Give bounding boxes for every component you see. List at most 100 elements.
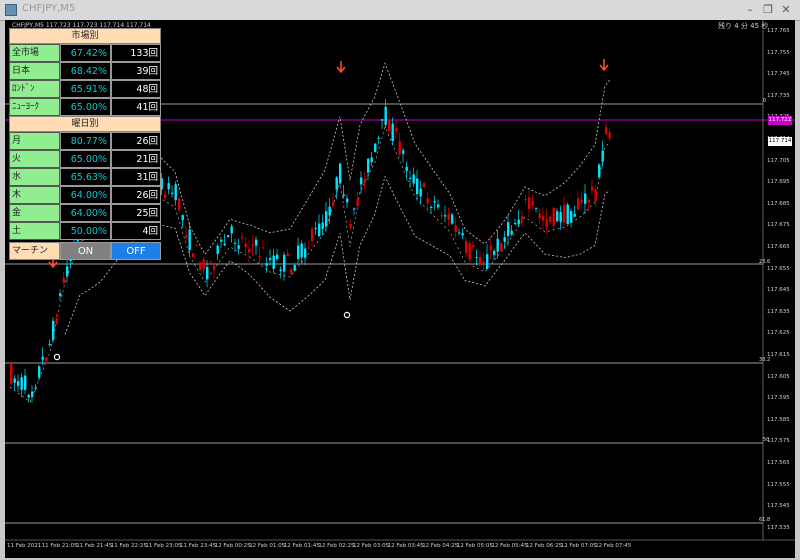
candle-body <box>542 216 545 221</box>
candle-body <box>251 244 254 246</box>
candle-body <box>332 201 335 206</box>
candle-body <box>237 245 240 249</box>
candle-body <box>447 213 450 220</box>
win-rate: 65.00% <box>60 98 111 116</box>
candle-body <box>472 245 475 247</box>
martingale-off-button[interactable]: OFF <box>111 242 161 260</box>
minimize-icon[interactable]: – <box>742 2 758 17</box>
title-bar: CHFJPY,M5 – ❐ ✕ <box>0 0 800 21</box>
time-tick: 12 Feb 00:25 <box>214 543 251 549</box>
candle-body <box>465 241 468 253</box>
candle-body <box>458 232 461 234</box>
candle-body <box>181 215 184 221</box>
close-icon[interactable]: ✕ <box>778 2 794 17</box>
market-name: ﾛﾝﾄﾞﾝ <box>9 80 60 98</box>
price-tick: 117.645 <box>767 287 790 294</box>
candle-body <box>195 244 198 246</box>
price-tick: 117.535 <box>767 524 790 531</box>
restore-icon[interactable]: ❐ <box>760 2 776 17</box>
candle-body <box>262 247 265 249</box>
candle-body <box>384 106 387 125</box>
weekday-row: 金 64.00% 25回 <box>9 204 161 222</box>
candle-body <box>342 194 345 196</box>
candle-body <box>531 200 534 206</box>
candle-body <box>388 119 391 131</box>
window-title: CHFJPY,M5 <box>22 3 76 14</box>
price-tick: 117.755 <box>767 49 790 56</box>
candle-body <box>507 222 510 236</box>
candle-body <box>314 227 317 229</box>
weekday-row: 月 80.77% 26回 <box>9 132 161 150</box>
time-tick: 12 Feb 05:45 <box>491 543 528 549</box>
candle-body <box>276 254 279 260</box>
candle-body <box>426 198 429 204</box>
candle-body <box>521 216 524 221</box>
candle-body <box>339 163 342 184</box>
time-tick: 12 Feb 07:45 <box>595 543 632 549</box>
candle-body <box>55 317 58 324</box>
weekday-name: 土 <box>9 222 60 240</box>
candle-body <box>454 225 457 232</box>
time-tick: 12 Feb 03:05 <box>353 543 390 549</box>
candle-body <box>213 265 216 270</box>
candle-body <box>20 377 23 390</box>
win-rate: 65.00% <box>60 150 111 168</box>
trade-count: 4回 <box>111 222 161 240</box>
price-tick: 117.605 <box>767 373 790 380</box>
price-tick: 117.625 <box>767 330 790 337</box>
candle-body <box>538 213 541 219</box>
candle-body <box>31 391 34 397</box>
win-rate: 50.00% <box>60 222 111 240</box>
martingale-on-button[interactable]: ON <box>60 242 111 260</box>
candle-body <box>34 387 37 389</box>
time-tick: 12 Feb 03:45 <box>387 543 424 549</box>
candle-body <box>216 245 219 255</box>
trade-count: 26回 <box>111 132 161 150</box>
weekday-header: 曜日別 <box>9 116 161 132</box>
candle-body <box>556 211 559 221</box>
candle-body <box>241 237 244 239</box>
candle-body <box>601 150 604 162</box>
candle-body <box>300 243 303 258</box>
candle-body <box>41 356 44 360</box>
candle-body <box>62 277 65 283</box>
candle-body <box>59 293 62 296</box>
price-tick: 117.735 <box>767 92 790 99</box>
candle-body <box>580 199 583 203</box>
trade-count: 41回 <box>111 98 161 116</box>
candle-body <box>227 235 230 238</box>
candle-body <box>468 242 471 260</box>
candle-body <box>283 254 286 272</box>
candle-body <box>164 194 167 199</box>
time-tick: 11 Feb 2021 <box>7 543 42 549</box>
martingale-row: マーチン ON OFF <box>9 242 161 260</box>
candle-body <box>45 357 48 361</box>
chart-window-icon <box>5 4 17 16</box>
candle-body <box>437 204 440 208</box>
price-tick: 117.565 <box>767 460 790 466</box>
price-tick: 117.675 <box>767 222 790 229</box>
candle-body <box>370 157 373 163</box>
trade-count: 31回 <box>111 168 161 186</box>
market-row: 日本 68.42% 39回 <box>9 62 161 80</box>
candle-body <box>566 204 569 224</box>
candle-body <box>286 253 289 257</box>
time-tick: 12 Feb 07:05 <box>560 543 597 549</box>
candle-body <box>248 249 251 253</box>
price-tick: 117.745 <box>767 71 790 78</box>
candle-body <box>381 119 384 121</box>
price-axis: 117.765117.755117.745117.735117.725117.7… <box>763 20 795 540</box>
price-tick: 117.655 <box>767 265 790 272</box>
candle-body <box>412 174 415 184</box>
candle-body <box>594 189 597 202</box>
candle-body <box>24 375 27 390</box>
market-row: 全市場 67.42% 133回 <box>9 44 161 62</box>
candle-timer: 残り 4 分 45 秒 <box>718 22 769 30</box>
fib-level-label: 61.8 <box>759 517 771 523</box>
candle-body <box>174 184 177 201</box>
candle-body <box>171 192 174 194</box>
weekday-row: 水 65.63% 31回 <box>9 168 161 186</box>
price-tick: 117.545 <box>767 503 790 510</box>
market-name: 日本 <box>9 62 60 80</box>
weekday-name: 火 <box>9 150 60 168</box>
